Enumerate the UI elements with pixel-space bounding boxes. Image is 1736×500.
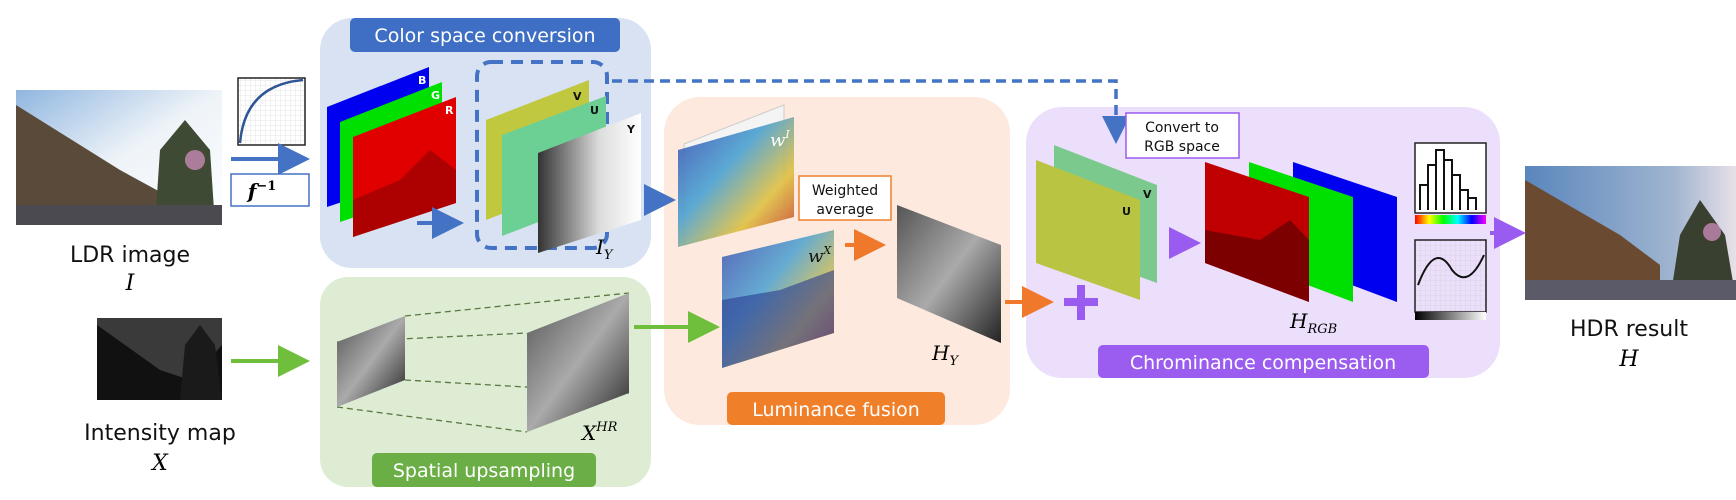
chrominance-title: Chrominance compensation bbox=[1130, 352, 1396, 374]
intensity-map-label: Intensity map bbox=[84, 421, 236, 446]
luminance-title: Luminance fusion bbox=[752, 399, 920, 421]
channel-y: Y bbox=[626, 123, 636, 136]
intensity-map-image bbox=[97, 318, 222, 400]
channel-u: U bbox=[590, 104, 599, 117]
channel-v: V bbox=[573, 90, 582, 103]
hdr-symbol: H bbox=[1618, 347, 1639, 372]
convert-line2: RGB space bbox=[1144, 139, 1220, 155]
diagram-canvas: LDR image I Intensity map X f−1 Color sp… bbox=[16, 18, 1736, 487]
histogram-icon bbox=[1414, 142, 1487, 224]
pipeline-diagram: LDR image I Intensity map X f−1 Color sp… bbox=[0, 0, 1736, 500]
weighted-average-line2: average bbox=[816, 202, 873, 218]
weighted-average-line1: Weighted bbox=[812, 183, 878, 199]
hdr-result-label: HDR result bbox=[1570, 317, 1688, 342]
tone-curve-icon bbox=[1414, 239, 1487, 320]
ldr-image bbox=[16, 90, 222, 225]
convert-line1: Convert to bbox=[1145, 120, 1219, 136]
chroma-channel-u: U bbox=[1122, 205, 1131, 218]
hdr-result-image bbox=[1525, 166, 1736, 300]
chroma-channel-v: V bbox=[1143, 188, 1152, 201]
channel-r: R bbox=[445, 104, 454, 117]
channel-b: B bbox=[418, 74, 426, 87]
intensity-symbol: X bbox=[150, 451, 169, 476]
ldr-image-label: LDR image bbox=[70, 243, 190, 268]
inverse-crf-curve-icon bbox=[237, 77, 306, 146]
ldr-symbol: I bbox=[125, 271, 136, 296]
channel-g: G bbox=[431, 89, 440, 102]
spatial-title: Spatial upsampling bbox=[393, 460, 575, 482]
color-space-title: Color space conversion bbox=[374, 25, 595, 47]
